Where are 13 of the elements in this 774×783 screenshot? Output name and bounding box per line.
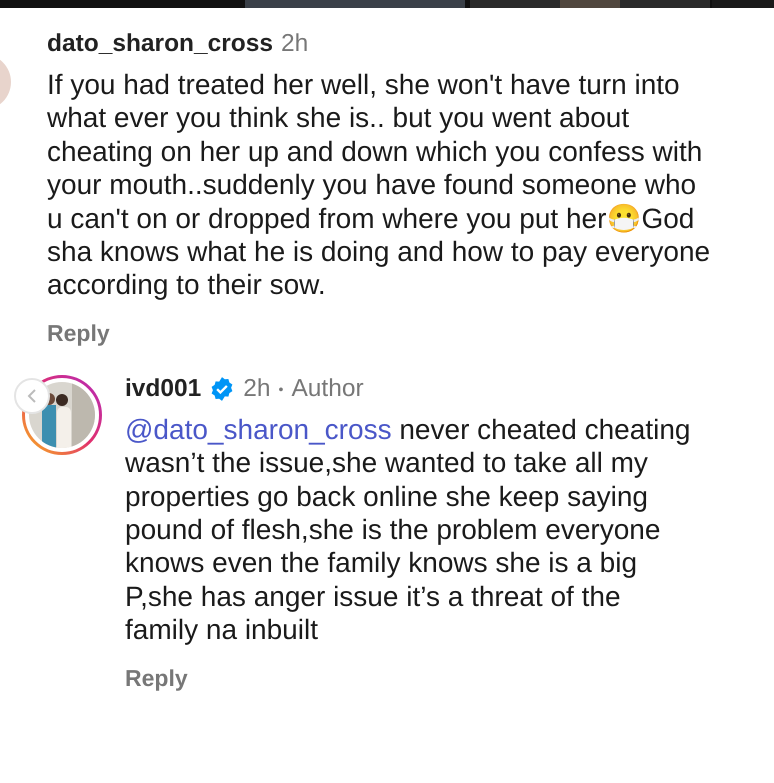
username[interactable]: dato_sharon_cross bbox=[47, 30, 274, 58]
mention-link[interactable]: @dato_sharon_cross bbox=[125, 414, 392, 445]
comment-text: @dato_sharon_cross never cheated cheating wasn’t the issue,she wanted to take all my properties go back online she keep saying pound of flesh,she is the problem everyone knows even the family knows she is a big P,she has anger issue it’s a threat of the family na inbuilt bbox=[125, 412, 692, 647]
separator-dot: • bbox=[278, 380, 284, 397]
comment-meta: 2h bbox=[281, 30, 308, 58]
reply-button[interactable]: Reply bbox=[47, 320, 110, 347]
comment-text: If you had treated her well, she won't have turn into what ever you think she is.. but you went about cheating on her up and down which you confess with your mouth..suddenly you have found someone who u can't on or dropped from where you put her😷God sha knows what he is doing and how to pay everyone according to their sow. bbox=[47, 68, 712, 302]
chevron-left-icon bbox=[26, 388, 38, 404]
reply-button[interactable]: Reply bbox=[125, 664, 188, 692]
comment-meta: 2h bbox=[243, 374, 271, 403]
author-label: Author bbox=[291, 374, 364, 403]
username[interactable]: ivd001 bbox=[125, 374, 202, 403]
back-button[interactable] bbox=[14, 378, 50, 414]
